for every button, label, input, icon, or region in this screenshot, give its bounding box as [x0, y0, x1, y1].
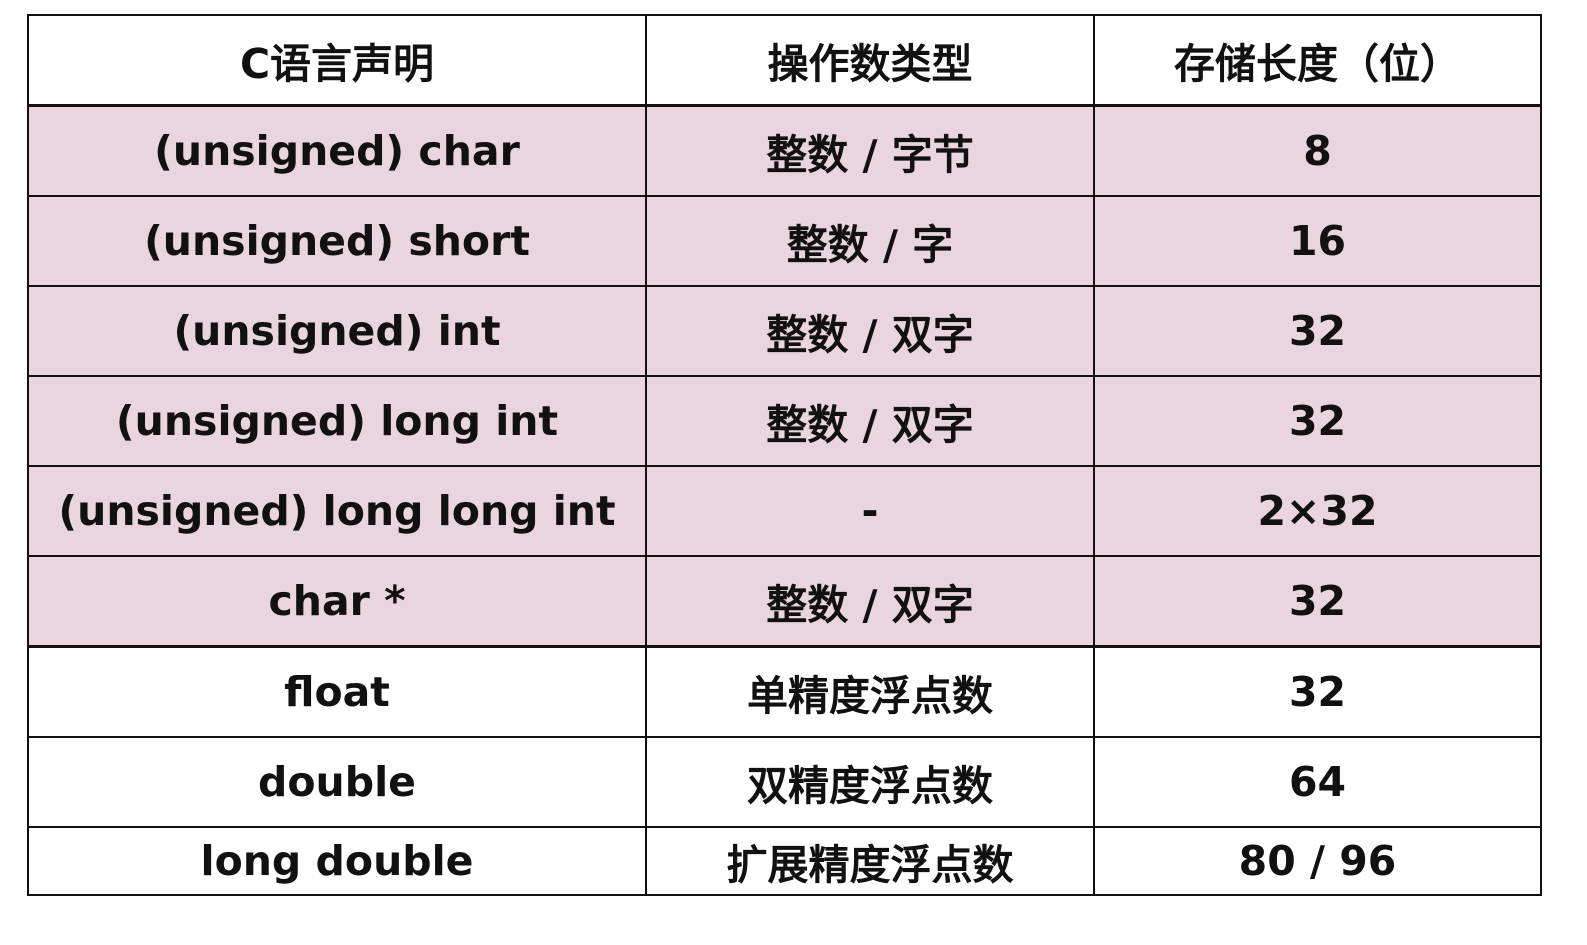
cell-declaration: long double	[27, 826, 647, 896]
cell-operand-type: 整数 / 字	[645, 195, 1095, 287]
cell-operand-type: 整数 / 双字	[645, 555, 1095, 648]
cell-bits: 32	[1093, 555, 1542, 648]
cell-declaration: char *	[27, 555, 647, 648]
table-header: C语言声明 操作数类型 存储长度（位）	[27, 14, 1542, 107]
cell-operand-type: 整数 / 双字	[645, 285, 1095, 377]
cell-operand-type: 单精度浮点数	[645, 645, 1095, 738]
table-body: (unsigned) char 整数 / 字节 8 (unsigned) sho…	[27, 104, 1542, 896]
table-row: (unsigned) long long int - 2×32	[27, 465, 1542, 557]
cell-declaration: (unsigned) long long int	[27, 465, 647, 557]
data-types-table: C语言声明 操作数类型 存储长度（位） (unsigned) char 整数 /…	[27, 14, 1542, 896]
cell-operand-type: 整数 / 字节	[645, 104, 1095, 197]
cell-bits: 2×32	[1093, 465, 1542, 557]
table-row: double 双精度浮点数 64	[27, 736, 1542, 828]
cell-bits: 32	[1093, 375, 1542, 467]
cell-declaration: (unsigned) long int	[27, 375, 647, 467]
cell-operand-type: 整数 / 双字	[645, 375, 1095, 467]
header-storage-bits: 存储长度（位）	[1093, 14, 1542, 107]
cell-operand-type: 双精度浮点数	[645, 736, 1095, 828]
cell-bits: 16	[1093, 195, 1542, 287]
cell-bits: 32	[1093, 645, 1542, 738]
cell-declaration: (unsigned) int	[27, 285, 647, 377]
cell-bits: 32	[1093, 285, 1542, 377]
cell-bits: 8	[1093, 104, 1542, 197]
header-operand-type: 操作数类型	[645, 14, 1095, 107]
table-row: (unsigned) char 整数 / 字节 8	[27, 104, 1542, 197]
header-row: C语言声明 操作数类型 存储长度（位）	[27, 14, 1542, 107]
cell-bits: 80 / 96	[1093, 826, 1542, 896]
cell-operand-type: -	[645, 465, 1095, 557]
cell-declaration: (unsigned) char	[27, 104, 647, 197]
table-row: (unsigned) int 整数 / 双字 32	[27, 285, 1542, 377]
header-c-declaration: C语言声明	[27, 14, 647, 107]
table-row: long double 扩展精度浮点数 80 / 96	[27, 826, 1542, 896]
table-row: (unsigned) short 整数 / 字 16	[27, 195, 1542, 287]
data-types-table-container: C语言声明 操作数类型 存储长度（位） (unsigned) char 整数 /…	[27, 14, 1542, 896]
cell-declaration: (unsigned) short	[27, 195, 647, 287]
cell-bits: 64	[1093, 736, 1542, 828]
cell-operand-type: 扩展精度浮点数	[645, 826, 1095, 896]
table-row: char * 整数 / 双字 32	[27, 555, 1542, 648]
table-row: (unsigned) long int 整数 / 双字 32	[27, 375, 1542, 467]
table-row: float 单精度浮点数 32	[27, 645, 1542, 738]
cell-declaration: double	[27, 736, 647, 828]
cell-declaration: float	[27, 645, 647, 738]
